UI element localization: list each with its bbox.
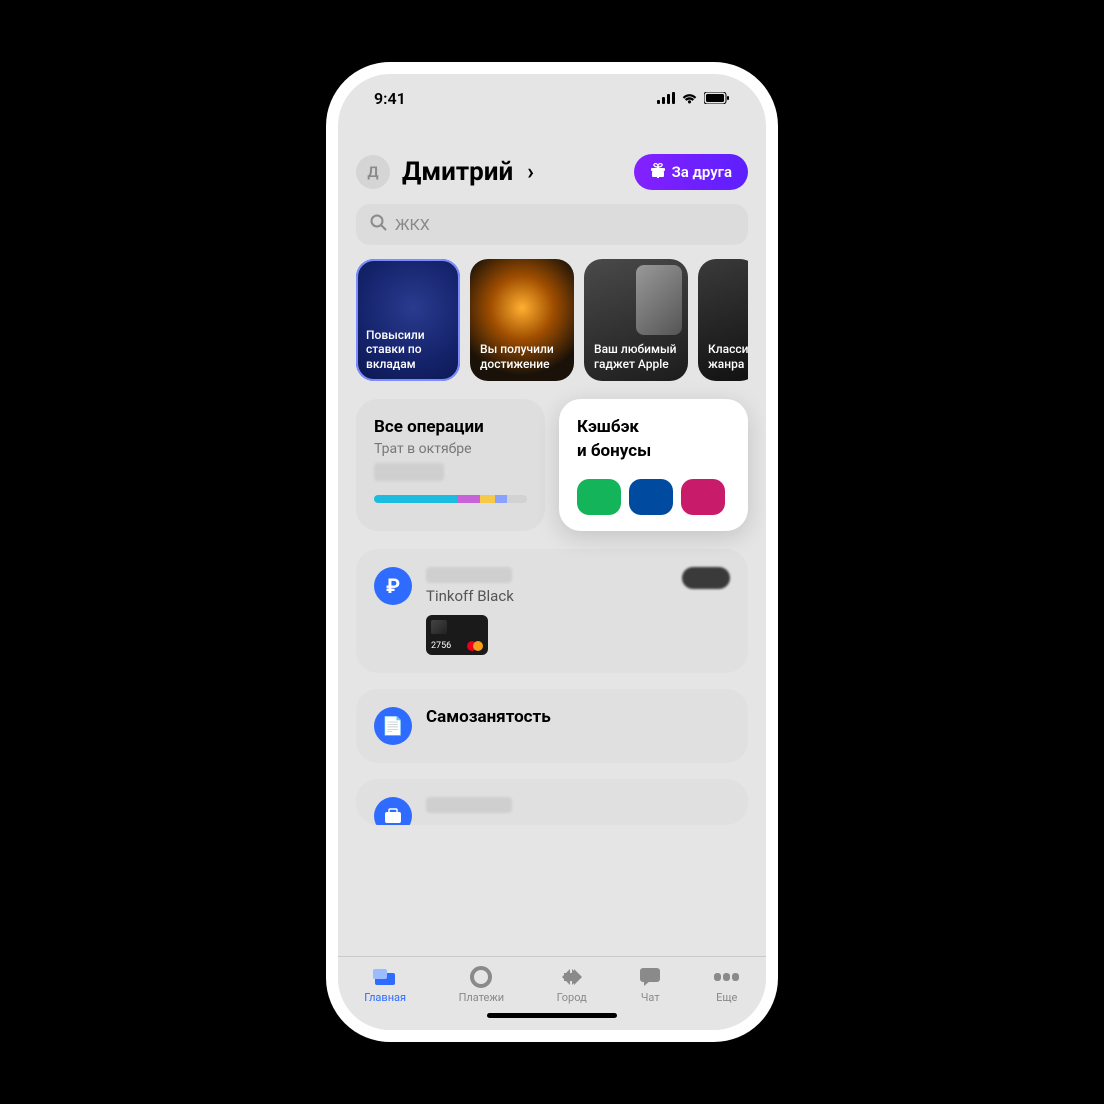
search-icon — [370, 214, 387, 235]
bank-card-thumbnail[interactable]: 2756 — [426, 615, 488, 655]
content-area: Д Дмитрий › За друга ЖКХ — [338, 122, 766, 956]
stories-strip[interactable]: Повысили ставки по вкладам Вы получили д… — [356, 259, 748, 381]
next-card-partial[interactable] — [356, 779, 748, 825]
operations-widget[interactable]: Все операции Трат в октябре — [356, 399, 545, 531]
header-row: Д Дмитрий › За друга — [356, 154, 748, 190]
widgets-row: Все операции Трат в октябре Кэшбэк и бон… — [356, 399, 748, 531]
document-icon: 📄 — [374, 707, 412, 745]
account-card[interactable]: ₽ Tinkoff Black 2756 — [356, 549, 748, 673]
mastercard-icon — [467, 641, 483, 651]
tab-payments[interactable]: Платежи — [459, 965, 505, 1004]
status-bar: 9:41 — [338, 74, 766, 122]
wifi-icon — [681, 89, 698, 108]
tab-label: Чат — [641, 991, 660, 1004]
story-label: Ваш любимый гаджет Apple — [594, 342, 678, 371]
tab-label: Город — [557, 991, 587, 1004]
story-item[interactable]: Классика жанра — [698, 259, 748, 381]
avatar[interactable]: Д — [356, 155, 390, 189]
cashback-title-line2: и бонусы — [577, 441, 730, 461]
cellular-signal-icon — [657, 89, 675, 108]
cashback-title-line1: Кэшбэк — [577, 417, 730, 437]
gift-icon — [650, 162, 666, 182]
status-time: 9:41 — [374, 89, 406, 108]
story-item[interactable]: Ваш любимый гаджет Apple — [584, 259, 688, 381]
user-name: Дмитрий — [402, 157, 513, 187]
tab-label: Еще — [716, 991, 737, 1004]
story-item[interactable]: Повысили ставки по вкладам — [356, 259, 460, 381]
cashback-category-pill — [577, 479, 621, 515]
phone-frame: 9:41 Д Дмитрий › — [326, 62, 778, 1042]
tab-more[interactable]: Еще — [714, 965, 740, 1004]
chevron-right-icon: › — [527, 160, 534, 185]
search-input[interactable]: ЖКХ — [356, 204, 748, 245]
tab-city[interactable]: Город — [557, 965, 587, 1004]
tab-label: Главная — [364, 991, 406, 1004]
cashback-category-pill — [629, 479, 673, 515]
home-tab-icon — [373, 965, 397, 989]
account-balance-hidden — [426, 567, 512, 583]
referral-button[interactable]: За друга — [634, 154, 748, 190]
payments-tab-icon — [470, 965, 492, 989]
tab-bar: Главная Платежи Город Чат Еще — [338, 956, 766, 1030]
status-icons — [657, 89, 730, 108]
referral-label: За друга — [672, 163, 732, 181]
city-tab-icon — [560, 965, 584, 989]
tab-chat[interactable]: Чат — [639, 965, 661, 1004]
story-label: Вы получили достижение — [480, 342, 564, 371]
battery-icon — [704, 89, 730, 108]
briefcase-icon — [374, 797, 412, 825]
tab-label: Платежи — [459, 991, 505, 1004]
cashback-categories — [577, 479, 730, 515]
operations-amount-hidden — [374, 463, 444, 481]
screen: 9:41 Д Дмитрий › — [338, 74, 766, 1030]
tab-home[interactable]: Главная — [364, 965, 406, 1004]
search-placeholder: ЖКХ — [395, 215, 430, 234]
story-label: Классика жанра — [708, 342, 748, 371]
account-secondary-hidden — [682, 567, 730, 589]
operations-subtitle: Трат в октябре — [374, 441, 527, 457]
self-employment-card[interactable]: 📄 Самозанятость — [356, 689, 748, 763]
more-tab-icon — [714, 965, 740, 989]
user-block[interactable]: Д Дмитрий › — [356, 155, 534, 189]
cashback-widget[interactable]: Кэшбэк и бонусы — [559, 399, 748, 531]
cashback-category-pill — [681, 479, 725, 515]
partial-hidden — [426, 797, 512, 813]
card-last4: 2756 — [431, 641, 451, 651]
ruble-icon: ₽ — [374, 567, 412, 605]
spending-bar — [374, 495, 527, 503]
story-label: Повысили ставки по вкладам — [366, 328, 450, 371]
story-item[interactable]: Вы получили достижение — [470, 259, 574, 381]
account-name: Tinkoff Black — [426, 587, 668, 605]
operations-title: Все операции — [374, 417, 527, 437]
self-employment-label: Самозанятость — [426, 707, 551, 727]
home-indicator[interactable] — [487, 1013, 617, 1018]
chat-tab-icon — [639, 965, 661, 989]
